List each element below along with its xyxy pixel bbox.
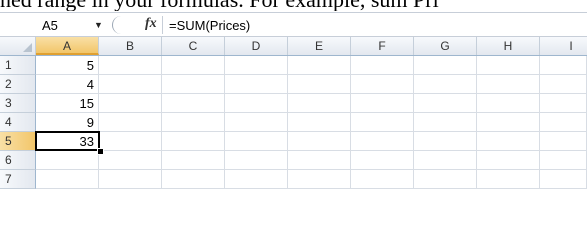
cell[interactable] [414, 75, 477, 94]
cell[interactable] [351, 94, 414, 113]
cell[interactable] [477, 113, 540, 132]
formula-input[interactable]: =SUM(Prices) [169, 17, 250, 34]
cell[interactable] [99, 56, 162, 75]
cell-a3[interactable]: 15 [36, 94, 99, 113]
cell-a1[interactable]: 5 [36, 56, 99, 75]
table-row: 6 [0, 151, 587, 170]
cell[interactable] [351, 170, 414, 189]
cell[interactable] [225, 132, 288, 151]
cell[interactable] [225, 113, 288, 132]
cell[interactable] [414, 151, 477, 170]
cell[interactable] [162, 94, 225, 113]
row-header[interactable]: 5 [0, 132, 36, 151]
cell[interactable] [225, 75, 288, 94]
cell[interactable] [477, 75, 540, 94]
name-box[interactable]: A5 ▼ [32, 17, 103, 34]
table-row: 7 [0, 170, 587, 189]
column-header-b[interactable]: B [99, 37, 162, 55]
cell[interactable] [414, 170, 477, 189]
cell[interactable] [414, 56, 477, 75]
cell[interactable] [540, 75, 587, 94]
cell-a2[interactable]: 4 [36, 75, 99, 94]
column-header-i[interactable]: I [540, 37, 587, 55]
cell[interactable] [477, 94, 540, 113]
cell[interactable] [99, 75, 162, 94]
column-header-f[interactable]: F [351, 37, 414, 55]
column-header-g[interactable]: G [414, 37, 477, 55]
cell[interactable] [414, 94, 477, 113]
cell[interactable] [99, 151, 162, 170]
cell[interactable] [162, 170, 225, 189]
insert-function-icon[interactable]: fx [145, 16, 157, 32]
cell-a4[interactable]: 9 [36, 113, 99, 132]
cell-a7[interactable] [36, 170, 99, 189]
cell[interactable] [288, 94, 351, 113]
cell[interactable] [540, 151, 587, 170]
cell[interactable] [162, 132, 225, 151]
cell[interactable] [351, 132, 414, 151]
cell[interactable] [288, 170, 351, 189]
column-header-row: A B C D E F G H I [0, 37, 587, 56]
chevron-down-icon[interactable]: ▼ [94, 17, 103, 34]
row-header[interactable]: 3 [0, 94, 36, 113]
table-row: 2 4 [0, 75, 587, 94]
cell[interactable] [288, 75, 351, 94]
cell[interactable] [99, 132, 162, 151]
cell[interactable] [99, 170, 162, 189]
cell[interactable] [288, 132, 351, 151]
select-all-button[interactable] [0, 37, 36, 55]
cell[interactable] [162, 75, 225, 94]
cell[interactable] [225, 170, 288, 189]
cell[interactable] [162, 113, 225, 132]
row-header[interactable]: 2 [0, 75, 36, 94]
cell[interactable] [225, 94, 288, 113]
document-context-text: ned range in your formulas. For example,… [0, 0, 587, 11]
row-header[interactable]: 1 [0, 56, 36, 75]
column-header-d[interactable]: D [225, 37, 288, 55]
table-row: 1 5 [0, 56, 587, 75]
cell[interactable] [351, 75, 414, 94]
column-header-h[interactable]: H [477, 37, 540, 55]
cell[interactable] [225, 151, 288, 170]
table-row: 3 15 [0, 94, 587, 113]
cell[interactable] [477, 56, 540, 75]
select-all-icon [23, 43, 32, 52]
cell[interactable] [540, 94, 587, 113]
cell[interactable] [288, 56, 351, 75]
cell[interactable] [477, 132, 540, 151]
cell[interactable] [540, 56, 587, 75]
column-header-c[interactable]: C [162, 37, 225, 55]
cell[interactable] [351, 113, 414, 132]
fill-handle[interactable] [97, 148, 104, 155]
row-header[interactable]: 6 [0, 151, 36, 170]
column-header-a[interactable]: A [36, 37, 99, 55]
cell[interactable] [477, 170, 540, 189]
cell[interactable] [477, 151, 540, 170]
cell[interactable] [540, 113, 587, 132]
cell-a5[interactable]: 33 [36, 132, 99, 151]
cell[interactable] [288, 151, 351, 170]
cell[interactable] [288, 113, 351, 132]
formula-separator [162, 16, 163, 34]
cell-a6[interactable] [36, 151, 99, 170]
cell[interactable] [414, 113, 477, 132]
name-box-value: A5 [42, 18, 58, 33]
row-header[interactable]: 4 [0, 113, 36, 132]
cell[interactable] [540, 170, 587, 189]
formula-bar: A5 ▼ fx =SUM(Prices) [0, 12, 587, 37]
cell[interactable] [351, 56, 414, 75]
cell[interactable] [414, 132, 477, 151]
table-row: 4 9 [0, 113, 587, 132]
row-header[interactable]: 7 [0, 170, 36, 189]
cell[interactable] [162, 151, 225, 170]
cell[interactable] [351, 151, 414, 170]
cell[interactable] [99, 94, 162, 113]
cell[interactable] [99, 113, 162, 132]
column-header-e[interactable]: E [288, 37, 351, 55]
cell[interactable] [162, 56, 225, 75]
formula-bar-divider[interactable] [112, 16, 121, 34]
cell[interactable] [540, 132, 587, 151]
table-row: 5 33 [0, 132, 587, 151]
cell[interactable] [225, 56, 288, 75]
